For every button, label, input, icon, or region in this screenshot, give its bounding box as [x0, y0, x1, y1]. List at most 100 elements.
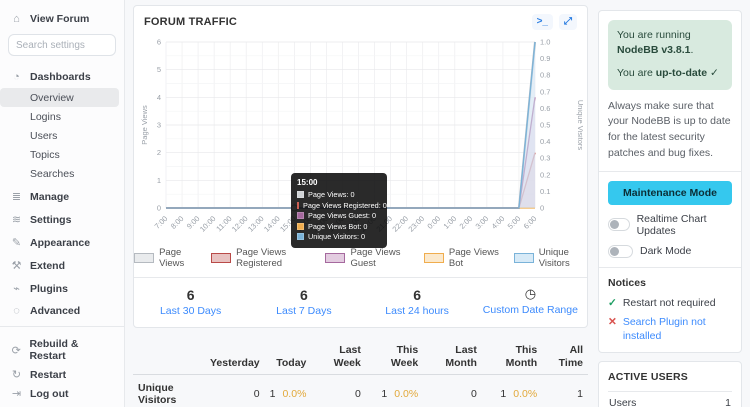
tooltip-label: Page Views Registered: 0	[303, 201, 387, 210]
sidebar-item-logins[interactable]: Logins	[0, 107, 119, 126]
main-content: FORUM TRAFFIC >_ ⤢ 012345600.10.20.30.40…	[125, 0, 598, 407]
tooltip-swatch	[297, 233, 304, 240]
toggle-label: Realtime Chart Updates	[637, 213, 732, 237]
svg-text:0.6: 0.6	[540, 104, 550, 113]
stat-value: 6	[361, 286, 474, 304]
legend-item-unique-visitors[interactable]: Unique Visitors	[514, 247, 587, 269]
sidebar-item-log-out[interactable]: ⇥ Log out	[0, 384, 124, 403]
toggle-dark-mode[interactable]: Dark Mode	[608, 245, 732, 258]
svg-text:Unique Visitors: Unique Visitors	[576, 100, 583, 151]
svg-text:0.9: 0.9	[540, 54, 550, 63]
traffic-table: YesterdayTodayLast WeekThis WeekLast Mon…	[133, 340, 588, 407]
table-cell: 0	[311, 375, 365, 407]
notice-text[interactable]: Search Plugin not installed	[623, 315, 732, 343]
expand-icon[interactable]: ⤢	[559, 14, 577, 30]
toggle-switch[interactable]	[608, 245, 633, 258]
active-users-row-users: Users1	[608, 392, 732, 407]
advanced-icon: ◌	[10, 305, 23, 317]
appearance-icon: ✎	[10, 236, 23, 249]
search-settings-input[interactable]	[8, 34, 116, 56]
sidebar-footer: ⟳Rebuild & Restart↻Restart ⇥ Log out	[0, 335, 124, 403]
sidebar-item-dashboards[interactable]: ◔Dashboards	[0, 68, 124, 86]
sidebar-item-searches[interactable]: Searches	[0, 164, 119, 183]
table-cell: 10.0%	[366, 375, 423, 407]
sidebar-sections: ◔Dashboards OverviewLoginsUsersTopicsSear…	[0, 64, 124, 320]
stat-link[interactable]: Last 24 hours	[361, 305, 474, 317]
view-forum-link[interactable]: ⌂ View Forum	[0, 10, 124, 28]
pct-change: 0.0%	[394, 388, 418, 400]
check-icon: ✓	[710, 67, 719, 79]
toggle-knob	[610, 247, 619, 256]
chart-tooltip: 15:00 Page Views: 0Page Views Registered…	[291, 173, 387, 248]
tooltip-row: Page Views: 0	[297, 190, 381, 199]
legend-item-page-views-bot[interactable]: Page Views Bot	[424, 247, 500, 269]
table-header: Today	[265, 340, 312, 375]
svg-text:23:00: 23:00	[406, 214, 426, 234]
sidebar-item-advanced[interactable]: ◌Advanced	[0, 302, 124, 320]
sidebar-item-appearance[interactable]: ✎Appearance	[0, 233, 124, 252]
sidebar-item-manage[interactable]: ≣Manage	[0, 187, 124, 206]
svg-text:0:00: 0:00	[425, 214, 442, 231]
chart-legend: Page Views Page Views Registered Page View…	[134, 245, 587, 277]
svg-text:1.0: 1.0	[540, 38, 550, 47]
table-cell: 0	[205, 375, 265, 407]
sidebar-footer-label: Log out	[30, 388, 68, 400]
svg-text:0.8: 0.8	[540, 71, 550, 80]
maintenance-mode-button[interactable]: Maintenance Mode	[608, 181, 732, 205]
svg-text:3: 3	[157, 121, 161, 130]
sidebar-item-plugins[interactable]: ⌁ Plugins	[0, 279, 124, 298]
check-icon: ✓	[608, 296, 617, 310]
svg-text:4:00: 4:00	[490, 214, 507, 231]
stat-last-24-hours: 6Last 24 hours	[361, 286, 474, 317]
sidebar-item-extend[interactable]: ⚒Extend	[0, 256, 124, 275]
logout-icon: ⇥	[10, 387, 23, 400]
sidebar-item-topics[interactable]: Topics	[0, 145, 119, 164]
table-cell: 10.0%	[482, 375, 542, 407]
terminal-icon[interactable]: >_	[532, 14, 553, 30]
legend-label: Page Views	[159, 247, 197, 269]
sidebar-item-settings[interactable]: ≋Settings	[0, 210, 124, 229]
legend-label: Unique Visitors	[539, 247, 587, 269]
sidebar-item-rebuild-restart[interactable]: ⟳Rebuild & Restart	[0, 335, 124, 365]
svg-text:5: 5	[157, 65, 161, 74]
stat-link[interactable]: Last 30 Days	[134, 305, 247, 317]
svg-text:14:00: 14:00	[262, 214, 282, 234]
clock-icon: ◷	[474, 286, 587, 303]
update-advice-text: Always make sure that your NodeBB is up …	[608, 99, 732, 162]
legend-item-page-views-guest[interactable]: Page Views Guest	[325, 247, 409, 269]
tooltip-swatch	[297, 223, 304, 230]
svg-text:7:00: 7:00	[153, 214, 170, 231]
toggle-label: Dark Mode	[640, 245, 691, 257]
stat-link[interactable]: Custom Date Range	[474, 304, 587, 316]
rebuild-icon: ⟳	[10, 344, 22, 357]
stat-last-30-days: 6Last 30 Days	[134, 286, 247, 317]
sidebar-item-users[interactable]: Users	[0, 126, 119, 145]
stat-custom-date-range: ◷Custom Date Range	[474, 286, 587, 317]
legend-item-page-views[interactable]: Page Views	[134, 247, 197, 269]
svg-text:0.1: 0.1	[540, 187, 550, 196]
active-users-title: ACTIVE USERS	[608, 371, 732, 383]
svg-text:0.4: 0.4	[540, 137, 550, 146]
sidebar-item-label: Plugins	[30, 283, 68, 295]
table-header: Last Week	[311, 340, 365, 375]
sidebar-footer-label: Restart	[30, 369, 66, 381]
stat-link[interactable]: Last 7 Days	[247, 305, 360, 317]
toggle-switch[interactable]	[608, 218, 630, 231]
version-card: You are running NodeBB v3.8.1. You are u…	[598, 10, 742, 353]
home-icon: ⌂	[10, 13, 23, 25]
tooltip-label: Page Views Guest: 0	[308, 211, 376, 220]
legend-swatch	[134, 253, 154, 263]
toggle-realtime-chart-updates[interactable]: Realtime Chart Updates	[608, 213, 732, 237]
sidebar-item-label: Settings	[30, 214, 71, 226]
sidebar-item-overview[interactable]: Overview	[0, 88, 119, 107]
legend-swatch	[325, 253, 345, 263]
active-users-label: Users	[609, 397, 636, 407]
legend-item-page-views-registered[interactable]: Page Views Registered	[211, 247, 311, 269]
version-alert: You are running NodeBB v3.8.1. You are u…	[608, 20, 732, 90]
plugins-icon: ⌁	[10, 282, 23, 295]
toggle-knob	[610, 220, 619, 229]
notice-text: Restart not required	[623, 296, 716, 310]
table-header	[133, 340, 205, 375]
sidebar-item-restart[interactable]: ↻Restart	[0, 365, 124, 384]
svg-text:10:00: 10:00	[198, 214, 218, 234]
